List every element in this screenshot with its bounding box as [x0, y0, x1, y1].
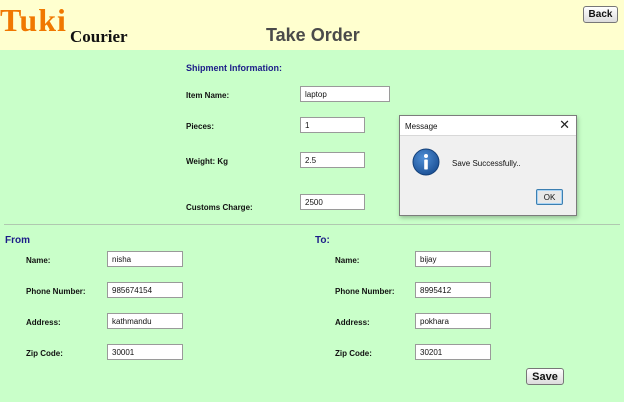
to-address-label: Address:	[335, 318, 370, 327]
shipment-info-heading: Shipment Information:	[186, 63, 282, 73]
dialog-titlebar[interactable]: Message ✕	[400, 116, 576, 136]
to-zip-field[interactable]	[415, 344, 491, 360]
to-heading: To:	[315, 235, 330, 246]
dialog-title: Message	[405, 122, 438, 131]
to-name-label: Name:	[335, 256, 360, 265]
customs-charge-label: Customs Charge:	[186, 203, 253, 212]
from-zip-label: Zip Code:	[26, 349, 63, 358]
to-zip-label: Zip Code:	[335, 349, 372, 358]
message-dialog: Message ✕ Save Successfully.. OK	[399, 115, 577, 216]
from-zip-field[interactable]	[107, 344, 183, 360]
brand-logo-tuki: Tuki	[0, 2, 67, 38]
to-name-field[interactable]	[415, 251, 491, 267]
back-button[interactable]: Back	[583, 6, 618, 23]
dialog-message: Save Successfully..	[452, 159, 521, 168]
to-phone-label: Phone Number:	[335, 287, 395, 296]
to-address-field[interactable]	[415, 313, 491, 329]
info-icon	[412, 148, 440, 176]
brand-logo-courier: Courier	[70, 27, 128, 46]
item-name-field[interactable]	[300, 86, 390, 102]
from-address-label: Address:	[26, 318, 61, 327]
weight-label: Weight: Kg	[186, 157, 229, 166]
from-phone-field[interactable]	[107, 282, 183, 298]
weight-field[interactable]	[300, 152, 365, 168]
save-button[interactable]: Save	[526, 368, 564, 385]
pieces-label: Pieces:	[186, 122, 215, 131]
ok-button[interactable]: OK	[536, 189, 563, 205]
from-name-field[interactable]	[107, 251, 183, 267]
from-phone-label: Phone Number:	[26, 287, 86, 296]
from-heading: From	[5, 235, 30, 246]
to-phone-field[interactable]	[415, 282, 491, 298]
customs-charge-field[interactable]	[300, 194, 365, 210]
item-name-label: Item Name:	[186, 91, 230, 100]
close-icon[interactable]: ✕	[559, 118, 570, 132]
pieces-field[interactable]	[300, 117, 365, 133]
section-divider	[4, 224, 620, 225]
app-header: Tuki Courier Take Order Back	[0, 0, 624, 50]
from-address-field[interactable]	[107, 313, 183, 329]
from-name-label: Name:	[26, 256, 51, 265]
page-title: Take Order	[266, 25, 360, 45]
